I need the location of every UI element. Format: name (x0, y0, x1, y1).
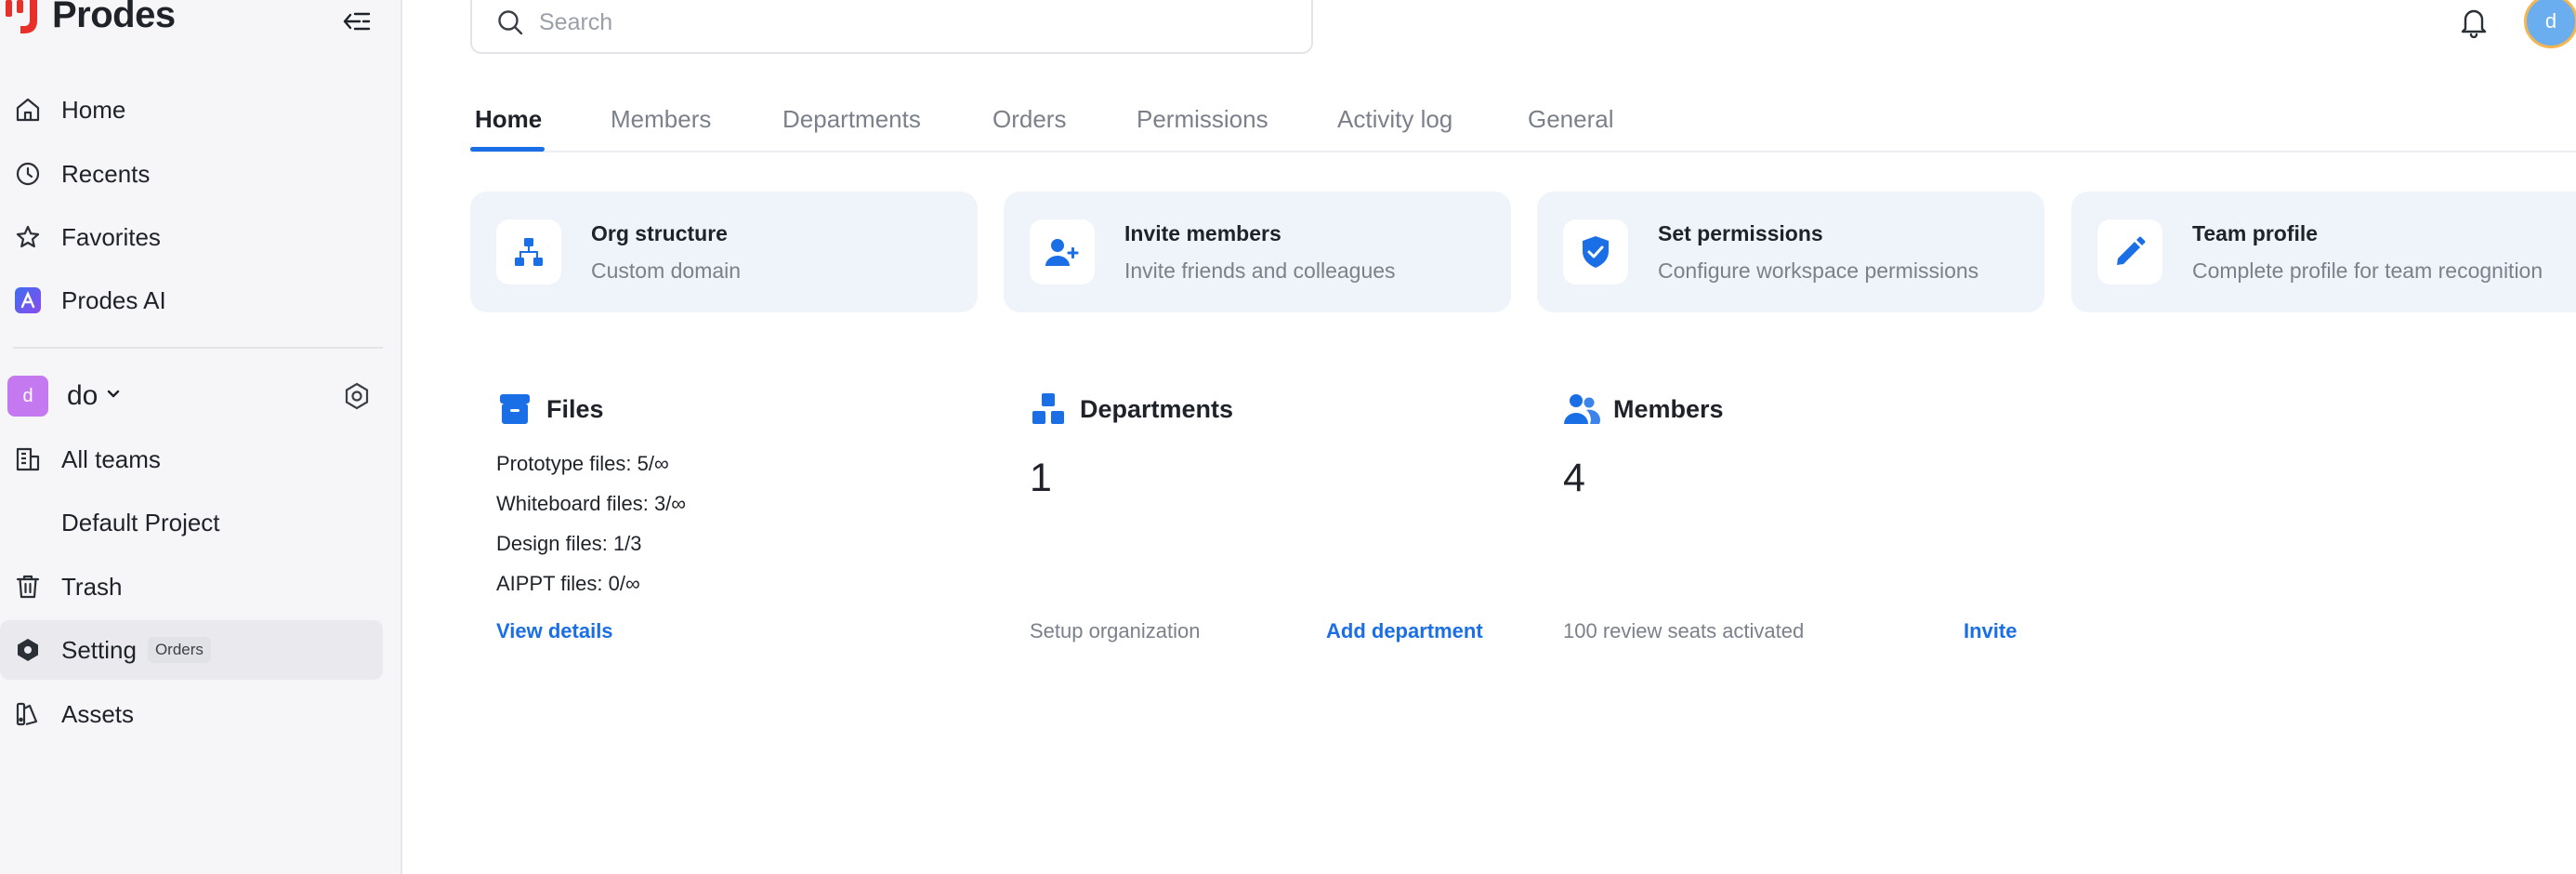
tab-activity-log[interactable]: Activity log (1337, 86, 1452, 152)
gear-icon (345, 382, 369, 410)
clock-icon (13, 159, 43, 189)
card-subtitle: Configure workspace permissions (1658, 258, 1979, 283)
card-title: Org structure (591, 221, 728, 245)
members-icon (1563, 391, 1600, 428)
pencil-icon (2097, 219, 2162, 285)
sidebar-item-label: Prodes AI (61, 285, 166, 314)
home-icon (13, 95, 43, 125)
tab-home[interactable]: Home (475, 86, 542, 152)
chevron-down-icon (105, 388, 122, 404)
departments-title: Departments (1080, 394, 1234, 423)
whiteboard-files-usage: Whiteboard files: 3/∞ (496, 492, 686, 515)
sidebar-item-assets[interactable]: Assets (0, 684, 383, 744)
tab-bar: Home Members Departments Orders Permissi… (470, 86, 2576, 152)
tab-orders[interactable]: Orders (992, 86, 1066, 152)
members-note: 100 review seats activated (1563, 619, 1805, 642)
team-switcher[interactable]: d do (7, 370, 383, 422)
sidebar-item-home[interactable]: Home (0, 80, 383, 139)
user-avatar[interactable]: d (2524, 0, 2576, 48)
assets-icon (13, 699, 43, 729)
sidebar-item-label: Recents (61, 159, 151, 188)
org-structure-card[interactable]: Org structure Custom domain (470, 192, 978, 312)
invite-link[interactable]: Invite (1964, 619, 2017, 643)
active-tab-indicator (470, 147, 545, 152)
prodes-logo-icon (6, 0, 37, 33)
card-title: Team profile (2192, 221, 2319, 245)
team-profile-card[interactable]: Team profile Complete profile for team r… (2071, 192, 2576, 312)
card-subtitle: Complete profile for team recognition (2192, 258, 2543, 283)
prodes-ai-icon (13, 285, 43, 315)
collapse-sidebar-button[interactable] (338, 7, 375, 35)
departments-header: Departments (1030, 391, 1233, 428)
archive-box-icon (496, 391, 533, 428)
prototype-files-usage: Prototype files: 5/∞ (496, 452, 669, 475)
sidebar-item-setting[interactable]: Setting Orders (0, 620, 383, 680)
notifications-button[interactable] (2458, 6, 2490, 39)
search-input[interactable] (539, 8, 1264, 36)
building-icon (13, 444, 43, 474)
departments-count: 1 (1030, 456, 1052, 500)
search-box[interactable] (470, 0, 1313, 54)
sidebar-item-label: Setting (61, 635, 137, 664)
sidebar-item-label: Default Project (61, 508, 220, 536)
trash-icon (13, 572, 43, 602)
setting-icon (13, 635, 43, 665)
star-icon (13, 222, 43, 252)
card-subtitle: Custom domain (591, 258, 742, 283)
card-title: Set permissions (1658, 221, 1823, 245)
invite-members-card[interactable]: Invite members Invite friends and collea… (1004, 192, 1511, 312)
add-department-link[interactable]: Add department (1326, 619, 1483, 643)
sidebar-item-prodes-ai[interactable]: Prodes AI (0, 271, 383, 330)
sidebar-item-label: Assets (61, 699, 135, 728)
sidebar-item-label: All teams (61, 444, 161, 473)
tab-members[interactable]: Members (611, 86, 711, 152)
sidebar-item-recents[interactable]: Recents (0, 144, 383, 204)
team-settings-button[interactable] (342, 381, 372, 416)
org-structure-icon (496, 219, 561, 285)
tab-permissions[interactable]: Permissions (1137, 86, 1268, 152)
sidebar-item-label: Favorites (61, 222, 161, 251)
bell-icon (2461, 9, 2487, 38)
shield-check-icon (1563, 219, 1628, 285)
search-icon (498, 10, 523, 35)
files-header: Files (496, 391, 604, 428)
card-subtitle: Invite friends and colleagues (1124, 258, 1396, 283)
tab-general[interactable]: General (1528, 86, 1614, 152)
app-logo[interactable]: Prodes (2, 0, 176, 39)
members-count: 4 (1563, 456, 1585, 500)
team-avatar: d (7, 376, 48, 417)
sidebar-divider (13, 347, 383, 349)
sidebar-item-label: Home (61, 95, 126, 124)
design-files-usage: Design files: 1/3 (496, 532, 642, 555)
sidebar-item-trash[interactable]: Trash (0, 557, 383, 616)
sidebar-item-favorites[interactable]: Favorites (0, 207, 383, 267)
files-title: Files (546, 394, 604, 423)
card-title: Invite members (1124, 221, 1281, 245)
orders-badge: Orders (147, 637, 211, 663)
team-name: do (67, 380, 99, 411)
departments-note: Setup organization (1030, 619, 1201, 642)
sidebar: Prodes Home Recents Favorites Prodes AI (0, 0, 402, 874)
app-name: Prodes (52, 0, 176, 35)
departments-icon (1030, 391, 1067, 428)
collapse-sidebar-icon (343, 12, 371, 31)
sidebar-item-default-project[interactable]: Default Project (0, 493, 383, 552)
add-user-icon (1030, 219, 1095, 285)
members-header: Members (1563, 391, 1724, 428)
set-permissions-card[interactable]: Set permissions Configure workspace perm… (1537, 192, 2044, 312)
sidebar-item-all-teams[interactable]: All teams (0, 430, 383, 489)
members-title: Members (1613, 394, 1724, 423)
tab-departments[interactable]: Departments (782, 86, 921, 152)
aippt-files-usage: AIPPT files: 0/∞ (496, 572, 640, 595)
sidebar-item-label: Trash (61, 572, 123, 601)
view-details-link[interactable]: View details (496, 619, 613, 643)
